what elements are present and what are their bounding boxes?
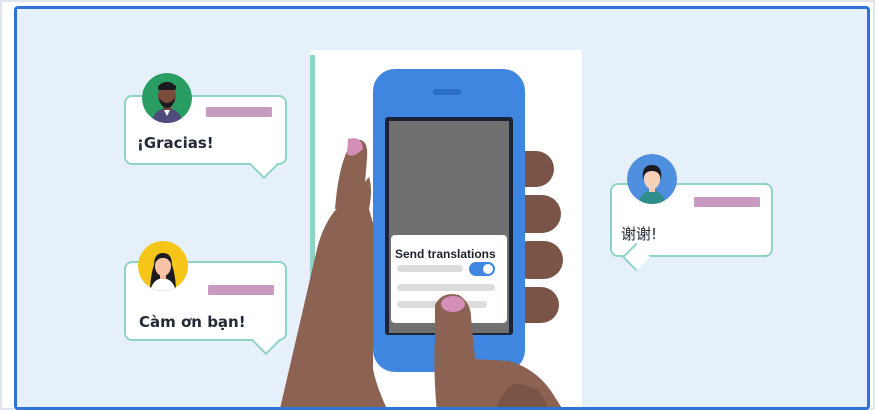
toggle-switch-icon[interactable]	[469, 262, 495, 276]
screenshot-frame: ¡Gracias! Càm ơn bạn! 谢谢! Send translati…	[0, 0, 875, 410]
phone-illustration	[280, 69, 563, 407]
holding-hand	[280, 138, 387, 407]
send-translations-title: Send translations	[395, 247, 496, 261]
illustration-scene: ¡Gracias! Càm ơn bạn! 谢谢! Send translati…	[14, 6, 870, 410]
